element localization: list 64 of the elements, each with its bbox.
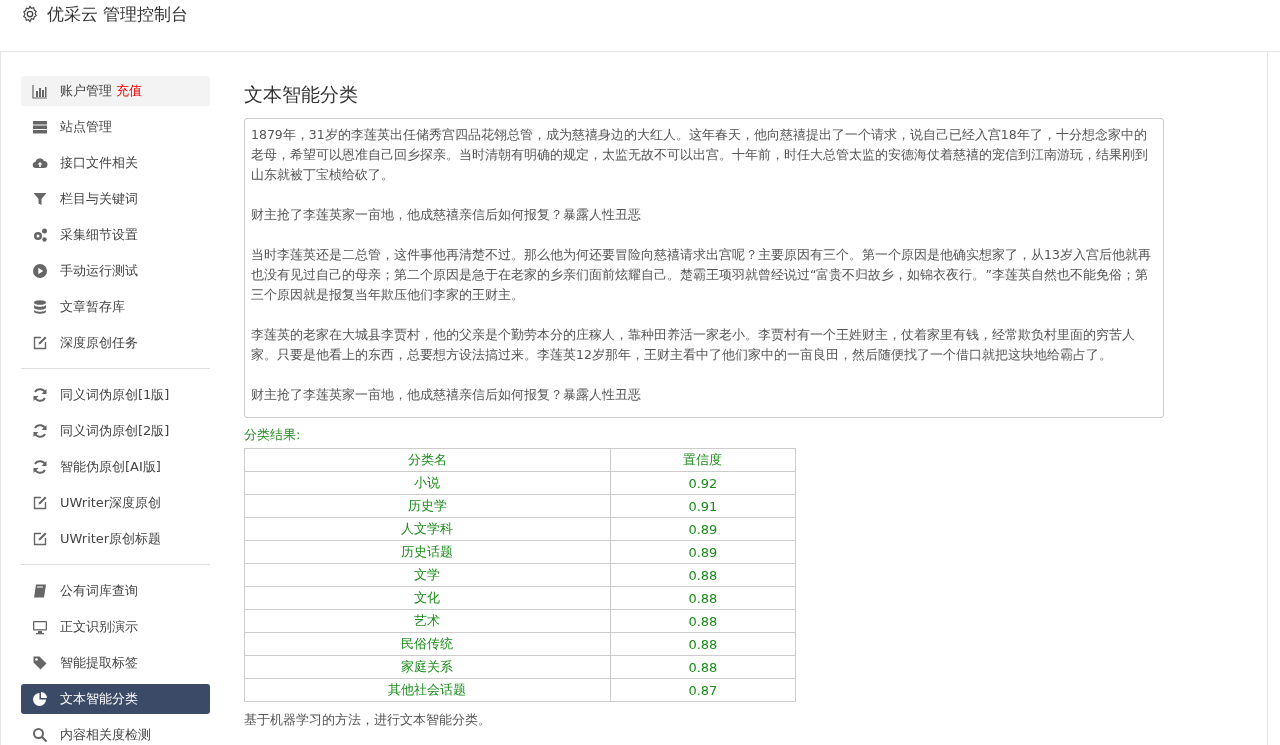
table-cell: 家庭关系	[244, 655, 611, 679]
sidebar-item[interactable]: 接口文件相关	[21, 148, 210, 178]
recharge-link[interactable]: 充值	[116, 82, 142, 100]
table-cell: 0.88	[610, 609, 796, 633]
sidebar-item[interactable]: 公有词库查询	[21, 576, 210, 606]
table-cell: 艺术	[244, 609, 611, 633]
table-cell: 文化	[244, 586, 611, 610]
tag-icon	[32, 655, 48, 671]
search-icon	[32, 727, 48, 743]
table-cell: 小说	[244, 471, 611, 495]
sidebar-item[interactable]: 正文识别演示	[21, 612, 210, 642]
cloud-upload-icon	[32, 155, 48, 171]
table-cell: 0.88	[610, 586, 796, 610]
table-cell: 0.91	[610, 494, 796, 518]
edit-icon	[32, 495, 48, 511]
table-cell: 0.88	[610, 632, 796, 656]
sidebar-item[interactable]: 内容相关度检测	[21, 720, 210, 745]
monitor-icon	[32, 619, 48, 635]
table-cell: 民俗传统	[244, 632, 611, 656]
table-cell: 0.87	[610, 678, 796, 702]
refresh-icon	[32, 387, 48, 403]
refresh-icon	[32, 423, 48, 439]
sidebar-item[interactable]: 栏目与关键词	[21, 184, 210, 214]
sidebar-item[interactable]: 文章暂存库	[21, 292, 210, 322]
column-header: 置信度	[610, 448, 796, 472]
bar-chart-icon	[32, 83, 48, 99]
sidebar-item[interactable]: 账户管理 充值	[21, 76, 210, 106]
settings-icon	[21, 5, 39, 23]
sidebar-item[interactable]: 采集细节设置	[21, 220, 210, 250]
sidebar-item[interactable]: 深度原创任务	[21, 328, 210, 358]
sidebar-item[interactable]: 手动运行测试	[21, 256, 210, 286]
result-label: 分类结果:	[244, 426, 302, 444]
table-cell: 历史话题	[244, 540, 611, 564]
table-cell: 0.89	[610, 517, 796, 541]
sidebar-item[interactable]: 智能伪原创[AI版]	[21, 452, 210, 482]
play-icon	[32, 263, 48, 279]
database-icon	[32, 299, 48, 315]
table-cell: 0.88	[610, 655, 796, 679]
sidebar-item[interactable]: 同义词伪原创[1版]	[21, 380, 210, 410]
table-cell: 0.92	[610, 471, 796, 495]
sidebar-item[interactable]: 文本智能分类	[21, 684, 210, 714]
table-cell: 历史学	[244, 494, 611, 518]
column-header: 分类名	[244, 448, 611, 472]
edit-icon	[32, 531, 48, 547]
article-text-area[interactable]: 1879年，31岁的李莲英出任储秀宫四品花翎总管，成为慈禧身边的大红人。这年春天，他向慈禧提出了一个请求，说自己已经入宫18年了，十分想念家中的老母，希望可以恩准自己回乡探亲。当时清朝有明确的规定，太监无故不可以出宫。十年前，时任大总管太监的安德海仗着慈禧的宠信到江南游玩，结果刚到山东就被丁宝桢给砍了。 财主抢了李莲英家一亩地，他成慈禧亲信后如何报复？暴露人性丑恶 当时李莲英还是二总管，这件事他再清楚不过。那么他为何还要冒险向慈禧请求出宫呢？主要原因有三个。第一个原因是他确实想家了，从13岁入宫后他就再也没有见过自己的母亲；第二个原因是急于在老家的乡亲们面前炫耀自己。楚霸王项羽就曾经说过“富贵不归故乡，如锦衣夜行。”李莲英自然也不能免俗；第三个原因就是报复当年欺压他们李家的王财主。 李莲英的老家在大城县李贾村，他的父亲是个勤劳本分的庄稼人，靠种田养活一家老小。李贾村有一个王姓财主，仗着家里有钱，经常欺负村里面的穷苦人家。只要是他看上的东西，总要想方设法搞过来。李莲英12岁那年，王财主看中了他们家中的一亩良田，然后随便找了一个借口就把这块地给霸占了。 财主抢了李莲英家一亩地，他成慈禧亲信后如何报复？暴露人性丑恶	[244, 118, 1164, 418]
server-icon	[32, 119, 48, 135]
sidebar-item[interactable]: 站点管理	[21, 112, 210, 142]
table-cell: 人文学科	[244, 517, 611, 541]
edit-icon	[32, 335, 48, 351]
sidebar-item[interactable]: UWriter原创标题	[21, 524, 210, 554]
console-title: 优采云 管理控制台	[47, 4, 189, 24]
table-cell: 0.88	[610, 563, 796, 587]
pie-chart-icon	[32, 691, 48, 707]
sidebar-item[interactable]: 智能提取标签	[21, 648, 210, 678]
table-cell: 文学	[244, 563, 611, 587]
refresh-icon	[32, 459, 48, 475]
table-cell: 0.89	[610, 540, 796, 564]
table-cell: 其他社会话题	[244, 678, 611, 702]
sidebar-item[interactable]: UWriter深度原创	[21, 488, 210, 518]
book-icon	[32, 583, 48, 599]
description-text: 基于机器学习的方法，进行文本智能分类。	[244, 711, 492, 729]
sidebar-item[interactable]: 同义词伪原创[2版]	[21, 416, 210, 446]
page-title: 文本智能分类	[244, 82, 359, 106]
filter-icon	[32, 191, 48, 207]
